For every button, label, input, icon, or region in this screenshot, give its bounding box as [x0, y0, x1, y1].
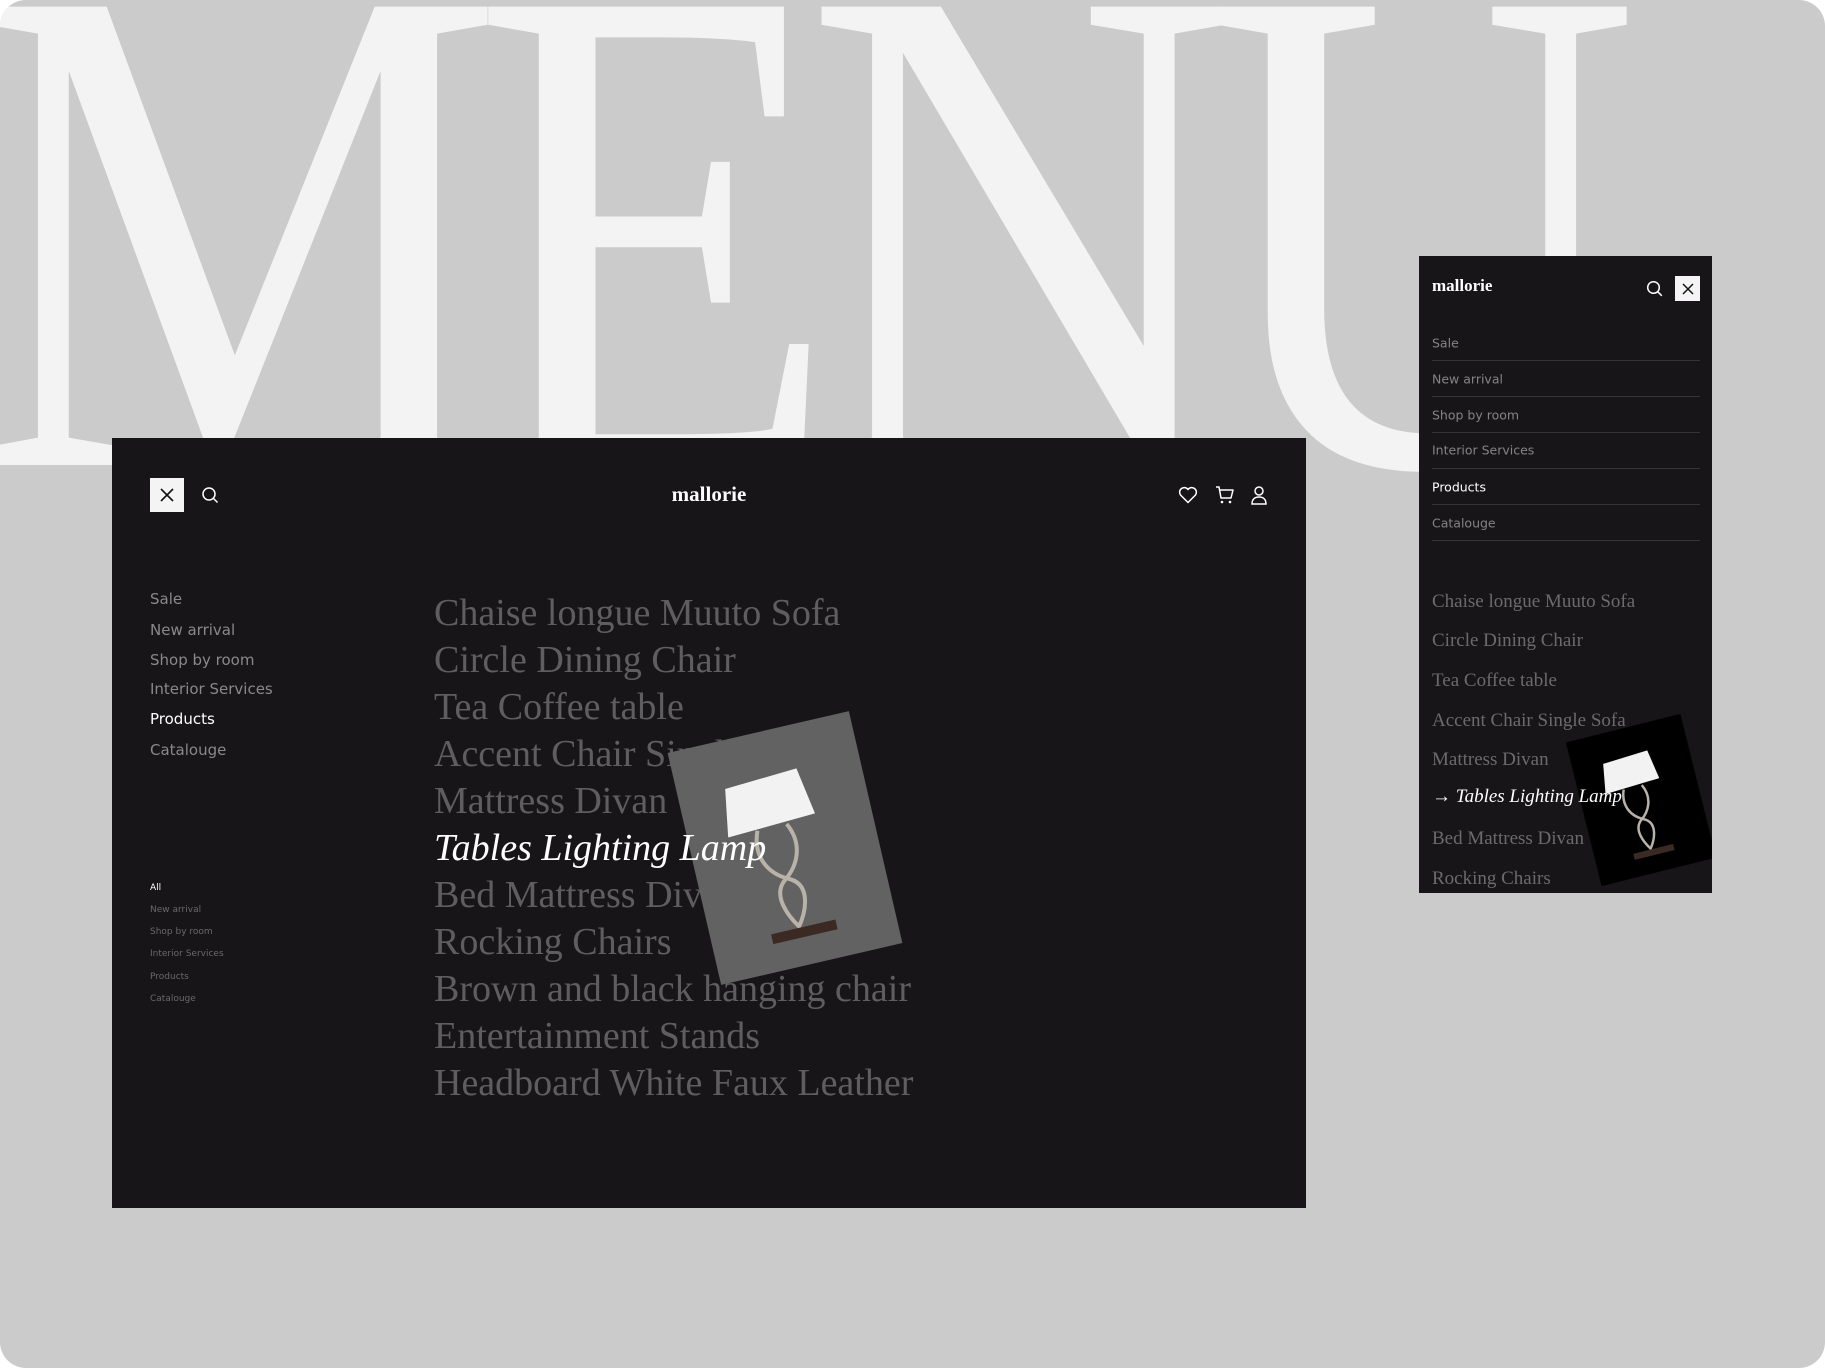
cart-icon [1216, 486, 1234, 504]
product-link-active[interactable]: → Tables Lighting Lamp [1432, 786, 1622, 808]
showcase-canvas: MENU mallorie Sale New arrival Shop by r… [0, 0, 1825, 1368]
product-link[interactable]: Circle Dining Chair [1432, 630, 1583, 652]
product-label: Tables Lighting Lamp [1455, 786, 1622, 807]
divider [1432, 432, 1700, 433]
nav-shop-by-room[interactable]: Shop by room [1432, 408, 1700, 423]
cart-button[interactable] [1213, 483, 1237, 507]
brand-logo[interactable]: mallorie [1432, 276, 1492, 296]
product-link[interactable]: Bed Mattress Divan [1432, 828, 1584, 850]
product-link[interactable]: Mattress Divan [1432, 749, 1549, 771]
nav-catalouge[interactable]: Catalouge [150, 741, 226, 759]
filter-products[interactable]: Products [150, 972, 189, 982]
wishlist-button[interactable] [1176, 483, 1200, 507]
product-link[interactable]: Bed Mattress Divan [434, 873, 738, 917]
search-icon [1646, 280, 1662, 296]
nav-new-arrival[interactable]: New arrival [1432, 372, 1700, 387]
product-link[interactable]: Headboard White Faux Leather [434, 1061, 913, 1105]
product-link[interactable]: Chaise longue Muuto Sofa [1432, 591, 1635, 613]
filter-all[interactable]: All [150, 883, 161, 893]
heart-icon [1178, 486, 1198, 504]
product-link[interactable]: Accent Chair Single Sofa [1432, 710, 1626, 732]
nav-sale[interactable]: Sale [150, 590, 182, 608]
divider [1432, 504, 1700, 505]
mobile-menu-panel: mallorie Sale New arrival Shop by room I… [1419, 256, 1712, 893]
close-icon [1681, 282, 1694, 295]
product-link[interactable]: Tea Coffee table [434, 685, 684, 729]
close-button[interactable] [1675, 276, 1700, 301]
account-button[interactable] [1247, 483, 1271, 507]
user-icon [1251, 486, 1267, 505]
product-link[interactable]: Entertainment Stands [434, 1014, 760, 1058]
product-link[interactable]: Circle Dining Chair [434, 638, 736, 682]
search-button[interactable] [1643, 277, 1665, 299]
divider [1432, 396, 1700, 397]
nav-shop-by-room[interactable]: Shop by room [150, 651, 254, 669]
nav-sale[interactable]: Sale [1432, 336, 1700, 351]
product-link[interactable]: Tea Coffee table [1432, 670, 1557, 692]
nav-products[interactable]: Products [150, 710, 215, 728]
product-link[interactable]: Mattress Divan [434, 779, 667, 823]
product-link[interactable]: Chaise longue Muuto Sofa [434, 591, 840, 635]
divider [1432, 360, 1700, 361]
arrow-right-icon: → [1432, 786, 1451, 807]
nav-catalouge[interactable]: Catalouge [1432, 516, 1700, 531]
product-link[interactable]: Rocking Chairs [434, 920, 671, 964]
divider [1432, 540, 1700, 541]
divider [1432, 468, 1700, 469]
product-link-active[interactable]: Tables Lighting Lamp [434, 826, 766, 870]
nav-interior-services[interactable]: Interior Services [150, 680, 273, 698]
product-link[interactable]: Brown and black hanging chair [434, 967, 911, 1011]
filter-shop-by-room[interactable]: Shop by room [150, 927, 213, 937]
desktop-menu-panel: mallorie Sale New arrival Shop by room I… [112, 438, 1306, 1208]
filter-catalouge[interactable]: Catalouge [150, 994, 196, 1004]
nav-products[interactable]: Products [1432, 480, 1700, 495]
nav-new-arrival[interactable]: New arrival [150, 621, 235, 639]
nav-interior-services[interactable]: Interior Services [1432, 443, 1700, 458]
filter-interior-services[interactable]: Interior Services [150, 949, 224, 959]
product-link[interactable]: Rocking Chairs [1432, 868, 1551, 890]
filter-new-arrival[interactable]: New arrival [150, 905, 201, 915]
brand-logo[interactable]: mallorie [112, 482, 1306, 507]
